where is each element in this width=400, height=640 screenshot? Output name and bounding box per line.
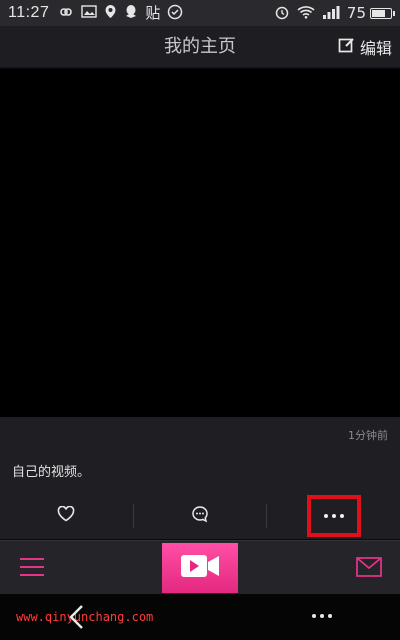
- video-player[interactable]: [0, 69, 400, 417]
- comment-button[interactable]: [134, 495, 267, 537]
- status-bar: 11:27 贴 75: [0, 0, 400, 26]
- video-camera-icon: [180, 553, 220, 583]
- comment-icon: [191, 505, 209, 527]
- heart-icon: [57, 505, 75, 526]
- battery-icon: [370, 7, 395, 19]
- record-button[interactable]: [162, 543, 238, 593]
- system-nav-bar: www.qinyunchang.com: [0, 594, 400, 640]
- edit-label: 编辑: [359, 39, 392, 58]
- system-more-button[interactable]: [312, 614, 332, 618]
- signal-icon: [322, 5, 340, 22]
- check-circle-icon: [167, 4, 183, 23]
- qq-icon: [124, 4, 138, 22]
- alarm-icon: [274, 4, 290, 23]
- post-card: 1分钟前 自己的视频。: [0, 417, 400, 539]
- system-back-button[interactable]: [66, 604, 88, 630]
- more-button[interactable]: [267, 495, 400, 537]
- infinity-icon: [56, 6, 74, 21]
- tab-bar: [0, 540, 400, 594]
- nav-bar: 我的主页 编辑: [0, 26, 400, 68]
- edit-icon: [338, 37, 355, 58]
- tie-label: 贴: [145, 3, 161, 22]
- status-left: 11:27 贴: [8, 4, 183, 23]
- mail-icon: [356, 557, 382, 581]
- messages-button[interactable]: [356, 557, 382, 577]
- back-icon: [66, 605, 88, 634]
- battery-indicator: 75: [346, 4, 395, 22]
- post-actions: [0, 495, 400, 537]
- battery-level: 75: [346, 4, 366, 22]
- status-time: 11:27: [8, 4, 50, 21]
- menu-button[interactable]: [20, 556, 44, 578]
- more-icon: [312, 614, 332, 618]
- more-highlight-box: [306, 495, 361, 537]
- image-icon: [81, 5, 98, 21]
- more-icon: [323, 514, 344, 518]
- location-icon: [104, 4, 117, 22]
- battery-fill: [372, 9, 385, 17]
- wifi-icon: [297, 5, 315, 22]
- like-button[interactable]: [0, 495, 133, 537]
- post-time: 1分钟前: [348, 429, 388, 442]
- status-right: 75: [274, 4, 395, 23]
- post-caption: 自己的视频。: [12, 465, 91, 480]
- edit-button[interactable]: 编辑: [338, 34, 392, 60]
